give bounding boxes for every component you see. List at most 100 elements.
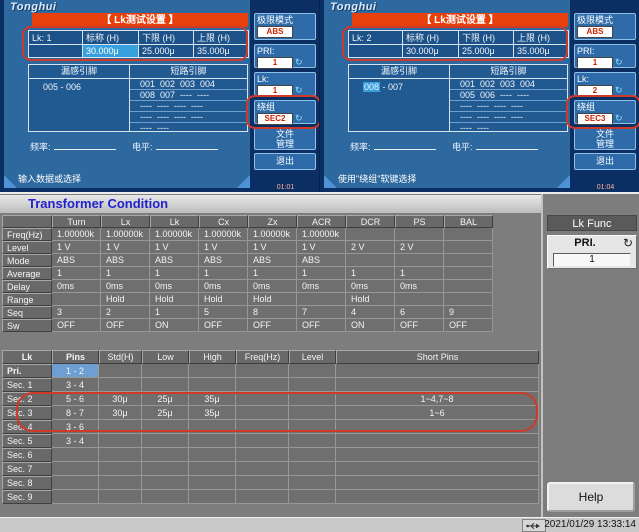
- condition-cell[interactable]: 1: [52, 267, 101, 280]
- high-cell[interactable]: [189, 448, 236, 462]
- condition-cell[interactable]: 1.00000k: [52, 228, 101, 241]
- high-cell[interactable]: [189, 378, 236, 392]
- softkey-pri[interactable]: PRI: 1↻: [254, 44, 316, 68]
- short-cell[interactable]: [336, 462, 539, 476]
- condition-cell[interactable]: 1: [297, 267, 346, 280]
- short-pins-row[interactable]: ---- ----: [130, 123, 247, 133]
- short-pins-row[interactable]: 008 007 ---- ----: [130, 90, 247, 101]
- softkey-pri[interactable]: PRI: 1↻: [574, 44, 636, 68]
- condition-cell[interactable]: 8: [248, 306, 297, 319]
- pins-cell[interactable]: [52, 490, 99, 504]
- condition-cell[interactable]: [395, 254, 444, 267]
- softkey-limit-mode[interactable]: 极限模式 ABS: [254, 13, 316, 40]
- freq-cell[interactable]: [236, 490, 289, 504]
- condition-cell[interactable]: ABS: [52, 254, 101, 267]
- high-cell[interactable]: [189, 462, 236, 476]
- condition-cell[interactable]: ON: [150, 319, 199, 332]
- short-cell[interactable]: [336, 420, 539, 434]
- pins-cell[interactable]: 5 - 6: [52, 392, 99, 406]
- high-cell[interactable]: 35μ: [189, 392, 236, 406]
- condition-cell[interactable]: 1.00000k: [297, 228, 346, 241]
- freq-cell[interactable]: [236, 392, 289, 406]
- softkey-lk[interactable]: Lk: 2↻: [574, 72, 636, 96]
- freq-cell[interactable]: [236, 462, 289, 476]
- condition-cell[interactable]: ABS: [248, 254, 297, 267]
- short-cell[interactable]: [336, 364, 539, 378]
- low-cell[interactable]: [142, 490, 189, 504]
- condition-cell[interactable]: 1 V: [150, 241, 199, 254]
- level-cell[interactable]: [289, 448, 336, 462]
- condition-cell[interactable]: ON: [346, 319, 395, 332]
- low-cell[interactable]: [142, 462, 189, 476]
- condition-cell[interactable]: 1: [346, 267, 395, 280]
- condition-cell[interactable]: 1 V: [101, 241, 150, 254]
- std-cell[interactable]: [99, 462, 142, 476]
- condition-cell[interactable]: 1 V: [248, 241, 297, 254]
- short-cell[interactable]: [336, 448, 539, 462]
- std-cell[interactable]: 30μ: [99, 392, 142, 406]
- condition-cell[interactable]: Hold: [346, 293, 395, 306]
- softkey-limit-mode[interactable]: 极限模式 ABS: [574, 13, 636, 40]
- condition-cell[interactable]: [297, 293, 346, 306]
- condition-cell[interactable]: 6: [395, 306, 444, 319]
- short-pins-row[interactable]: ---- ---- ---- ----: [450, 101, 567, 112]
- short-pins-row[interactable]: 001 002 003 004: [450, 79, 567, 90]
- short-cell[interactable]: [336, 378, 539, 392]
- condition-cell[interactable]: [346, 228, 395, 241]
- pins-cell[interactable]: 8 - 7: [52, 406, 99, 420]
- level-cell[interactable]: [289, 406, 336, 420]
- high-cell[interactable]: [189, 364, 236, 378]
- std-cell[interactable]: [99, 476, 142, 490]
- freq-cell[interactable]: [236, 434, 289, 448]
- condition-cell[interactable]: Hold: [199, 293, 248, 306]
- low-cell[interactable]: [142, 378, 189, 392]
- short-pins-row[interactable]: ---- ---- ---- ----: [450, 112, 567, 123]
- low-cell[interactable]: [142, 448, 189, 462]
- softkey-winding[interactable]: 绕组 SEC3↻: [574, 100, 636, 124]
- std-cell[interactable]: [99, 420, 142, 434]
- condition-cell[interactable]: 1: [101, 267, 150, 280]
- condition-cell[interactable]: [444, 241, 493, 254]
- condition-cell[interactable]: 1 V: [297, 241, 346, 254]
- freq-field[interactable]: 频率:: [30, 140, 116, 153]
- condition-cell[interactable]: OFF: [52, 319, 101, 332]
- condition-cell[interactable]: OFF: [248, 319, 297, 332]
- level-cell[interactable]: [289, 420, 336, 434]
- std-cell[interactable]: [99, 448, 142, 462]
- condition-cell[interactable]: 1: [199, 267, 248, 280]
- std-cell[interactable]: 30μ: [99, 406, 142, 420]
- freq-cell[interactable]: [236, 448, 289, 462]
- low-cell[interactable]: [142, 434, 189, 448]
- condition-cell[interactable]: 1.00000k: [248, 228, 297, 241]
- low-cell[interactable]: [142, 364, 189, 378]
- short-pins-row[interactable]: 001 002 003 004: [130, 79, 247, 90]
- condition-cell[interactable]: [444, 254, 493, 267]
- level-cell[interactable]: [289, 364, 336, 378]
- pri-selector[interactable]: PRI. ↻ 1: [547, 235, 637, 269]
- pins-cell[interactable]: 3 - 4: [52, 378, 99, 392]
- level-field[interactable]: 电平:: [132, 140, 218, 153]
- short-cell[interactable]: [336, 490, 539, 504]
- condition-cell[interactable]: 9: [444, 306, 493, 319]
- condition-cell[interactable]: 7: [297, 306, 346, 319]
- condition-cell[interactable]: 0ms: [101, 280, 150, 293]
- pins-cell[interactable]: 3 - 6: [52, 420, 99, 434]
- condition-cell[interactable]: ABS: [199, 254, 248, 267]
- condition-cell[interactable]: 1 V: [52, 241, 101, 254]
- condition-cell[interactable]: 0ms: [346, 280, 395, 293]
- pins-cell[interactable]: [52, 476, 99, 490]
- level-cell[interactable]: [289, 476, 336, 490]
- condition-cell[interactable]: [395, 228, 444, 241]
- softkey-file-manage[interactable]: 文件 管理: [574, 127, 636, 150]
- level-field[interactable]: 电平:: [452, 140, 538, 153]
- pins-cell[interactable]: 3 - 4: [52, 434, 99, 448]
- condition-cell[interactable]: 2: [101, 306, 150, 319]
- short-cell[interactable]: 1~4,7~8: [336, 392, 539, 406]
- condition-cell[interactable]: 2 V: [395, 241, 444, 254]
- level-cell[interactable]: [289, 434, 336, 448]
- freq-cell[interactable]: [236, 364, 289, 378]
- condition-cell[interactable]: 0ms: [395, 280, 444, 293]
- high-cell[interactable]: [189, 476, 236, 490]
- condition-cell[interactable]: 1.00000k: [150, 228, 199, 241]
- condition-cell[interactable]: [444, 280, 493, 293]
